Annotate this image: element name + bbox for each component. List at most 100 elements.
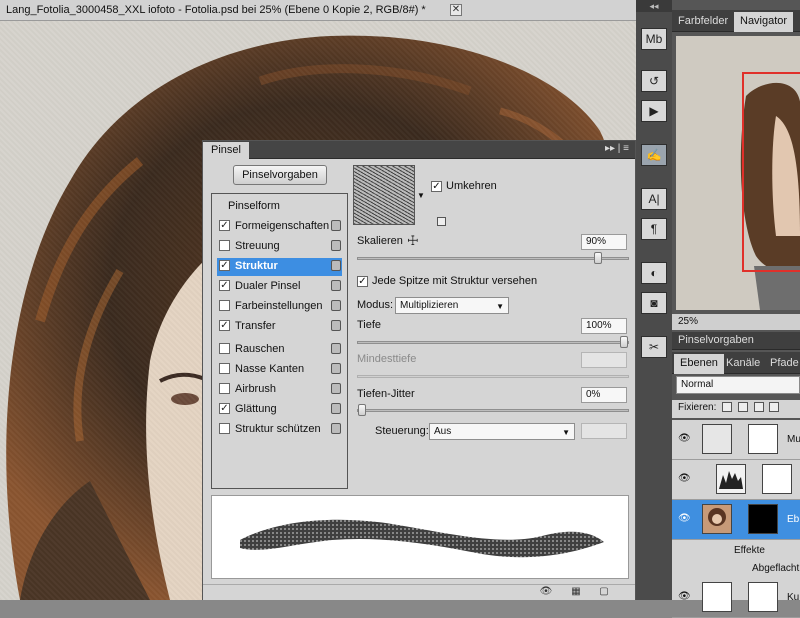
collapse-dock-icon[interactable]: ◂◂ <box>636 0 672 12</box>
lock-icon[interactable] <box>331 343 341 354</box>
eye-icon[interactable]: 👁 <box>678 474 691 484</box>
lock-icon[interactable] <box>331 403 341 414</box>
lock-icon[interactable] <box>331 240 341 251</box>
checkbox[interactable]: ✓ <box>219 260 230 271</box>
character-icon[interactable]: A| <box>641 188 667 210</box>
layer-thumbnail <box>702 504 732 534</box>
each-tip-checkbox[interactable]: ✓ <box>357 276 368 287</box>
list-item-formeigenschaften[interactable]: ✓ Formeigenschaften <box>217 218 342 236</box>
checkbox[interactable]: ✓ <box>219 280 230 291</box>
chevron-down-icon[interactable]: ▼ <box>417 191 425 200</box>
tab-pfade[interactable]: Pfade <box>764 354 800 374</box>
list-item-struktur-schuetzen[interactable]: Struktur schützen <box>217 421 342 439</box>
eye-icon[interactable]: 👁 <box>678 434 691 444</box>
history-icon[interactable]: ↺ <box>641 70 667 92</box>
depth-slider-knob[interactable] <box>620 336 628 348</box>
actions-icon[interactable]: ▶ <box>641 100 667 122</box>
tab-farbfelder[interactable]: Farbfelder <box>672 12 734 32</box>
chevron-down-icon: ▼ <box>562 428 570 437</box>
checkbox[interactable] <box>219 423 230 434</box>
layer-row[interactable]: 👁 Mu <box>672 420 800 460</box>
checkbox[interactable] <box>219 363 230 374</box>
brush-presets-button[interactable]: Pinselvorgaben <box>233 165 327 185</box>
tab-ebenen[interactable]: Ebenen <box>674 354 724 374</box>
mini-bridge-icon[interactable]: Mb <box>641 28 667 50</box>
adjustments-icon[interactable]: ◐ <box>641 262 667 284</box>
blend-mode-select[interactable]: Normal <box>676 376 800 394</box>
eye-icon[interactable]: 👁 <box>678 592 691 602</box>
effects-row[interactable]: Effekte <box>672 542 800 560</box>
layer-row-selected[interactable]: 👁 Eb <box>672 500 800 540</box>
brush-settings-list: Pinselform ✓ Formeigenschaften Streuung … <box>211 193 348 489</box>
brush-panel-titlebar[interactable]: Pinsel ▸▸ | ≡ <box>203 141 635 159</box>
checkbox[interactable] <box>219 300 230 311</box>
layer-row[interactable]: 👁 Ku <box>672 578 800 618</box>
lock-transparency-icon[interactable] <box>722 402 733 413</box>
lock-icon[interactable] <box>331 363 341 374</box>
tab-pinselvorgaben[interactable]: Pinselvorgaben <box>672 332 760 350</box>
list-item-rauschen[interactable]: Rauschen <box>217 341 342 359</box>
lock-icon[interactable] <box>331 320 341 331</box>
invert-checkbox[interactable]: ✓ <box>431 181 442 192</box>
tab-kanaele[interactable]: Kanäle <box>720 354 766 374</box>
depth-value[interactable]: 100% <box>581 318 627 334</box>
navigator-preview[interactable] <box>676 36 800 310</box>
document-tab[interactable]: Lang_Fotolia_3000458_XXL iofoto - Fotoli… <box>0 0 636 21</box>
lock-image-icon[interactable] <box>737 402 748 413</box>
tab-navigator[interactable]: Navigator <box>734 12 794 32</box>
list-item-transfer[interactable]: ✓ Transfer <box>217 318 342 336</box>
eye-icon[interactable]: 👁 <box>539 586 553 598</box>
navigator-view-rectangle[interactable] <box>742 72 800 272</box>
list-item-struktur[interactable]: ✓ Struktur <box>217 258 342 276</box>
checkbox[interactable] <box>219 343 230 354</box>
scale-slider[interactable] <box>357 252 629 264</box>
list-item-airbrush[interactable]: Airbrush <box>217 381 342 399</box>
panel-menu-icon[interactable]: ▸▸ | ≡ <box>605 143 629 154</box>
new-brush-icon[interactable]: ▢ <box>597 586 611 598</box>
checkbox[interactable] <box>219 383 230 394</box>
lock-icon[interactable] <box>331 300 341 311</box>
list-item-label: Nasse Kanten <box>235 363 305 375</box>
close-document-icon[interactable]: ✕ <box>450 4 462 16</box>
grid-icon[interactable]: ▦ <box>569 586 583 598</box>
checkbox[interactable]: ✓ <box>219 220 230 231</box>
navigator-zoom-value[interactable]: 25% <box>678 316 698 327</box>
texture-pattern-picker[interactable] <box>353 165 415 225</box>
eye-icon[interactable]: 👁 <box>678 514 691 524</box>
scale-slider-knob[interactable] <box>594 252 602 264</box>
list-item-dualer-pinsel[interactable]: ✓ Dualer Pinsel <box>217 278 342 296</box>
lock-position-icon[interactable] <box>753 402 764 413</box>
list-item-label: Farbeinstellungen <box>235 300 323 312</box>
tool-presets-icon[interactable]: ✂ <box>641 336 667 358</box>
list-item-glaettung[interactable]: ✓ Glättung <box>217 401 342 419</box>
list-item-nasse-kanten[interactable]: Nasse Kanten <box>217 361 342 379</box>
control-select[interactable]: Aus ▼ <box>429 423 575 440</box>
lock-icon[interactable] <box>331 260 341 271</box>
lock-icon[interactable] <box>331 423 341 434</box>
mode-label: Modus: <box>357 299 394 311</box>
depth-slider[interactable] <box>357 336 629 348</box>
jitter-slider-knob[interactable] <box>358 404 366 416</box>
paragraph-icon[interactable]: ¶ <box>641 218 667 240</box>
layer-row[interactable]: 👁 <box>672 460 800 500</box>
lock-icon[interactable] <box>331 280 341 291</box>
checkbox[interactable]: ✓ <box>219 403 230 414</box>
lock-all-icon[interactable] <box>769 402 780 413</box>
brush-panel-icon[interactable]: ✍ <box>641 144 667 166</box>
new-preset-icon[interactable] <box>437 217 446 226</box>
scale-value[interactable]: 90% <box>581 234 627 250</box>
layer-thumbnail <box>702 582 732 612</box>
effect-item-row[interactable]: Abgeflacht <box>672 560 800 578</box>
checkbox[interactable]: ✓ <box>219 320 230 331</box>
lock-icon[interactable] <box>331 383 341 394</box>
checkbox[interactable] <box>219 240 230 251</box>
tab-pinsel[interactable]: Pinsel <box>203 142 249 159</box>
brush-tip-shape-item[interactable]: Pinselform <box>228 200 280 212</box>
lock-icon[interactable] <box>331 220 341 231</box>
jitter-value[interactable]: 0% <box>581 387 627 403</box>
masks-icon[interactable]: ◙ <box>641 292 667 314</box>
list-item-streuung[interactable]: Streuung <box>217 238 342 256</box>
mode-select[interactable]: Multiplizieren ▼ <box>395 297 509 314</box>
list-item-farbeinstellungen[interactable]: Farbeinstellungen <box>217 298 342 316</box>
jitter-slider[interactable] <box>357 404 629 416</box>
